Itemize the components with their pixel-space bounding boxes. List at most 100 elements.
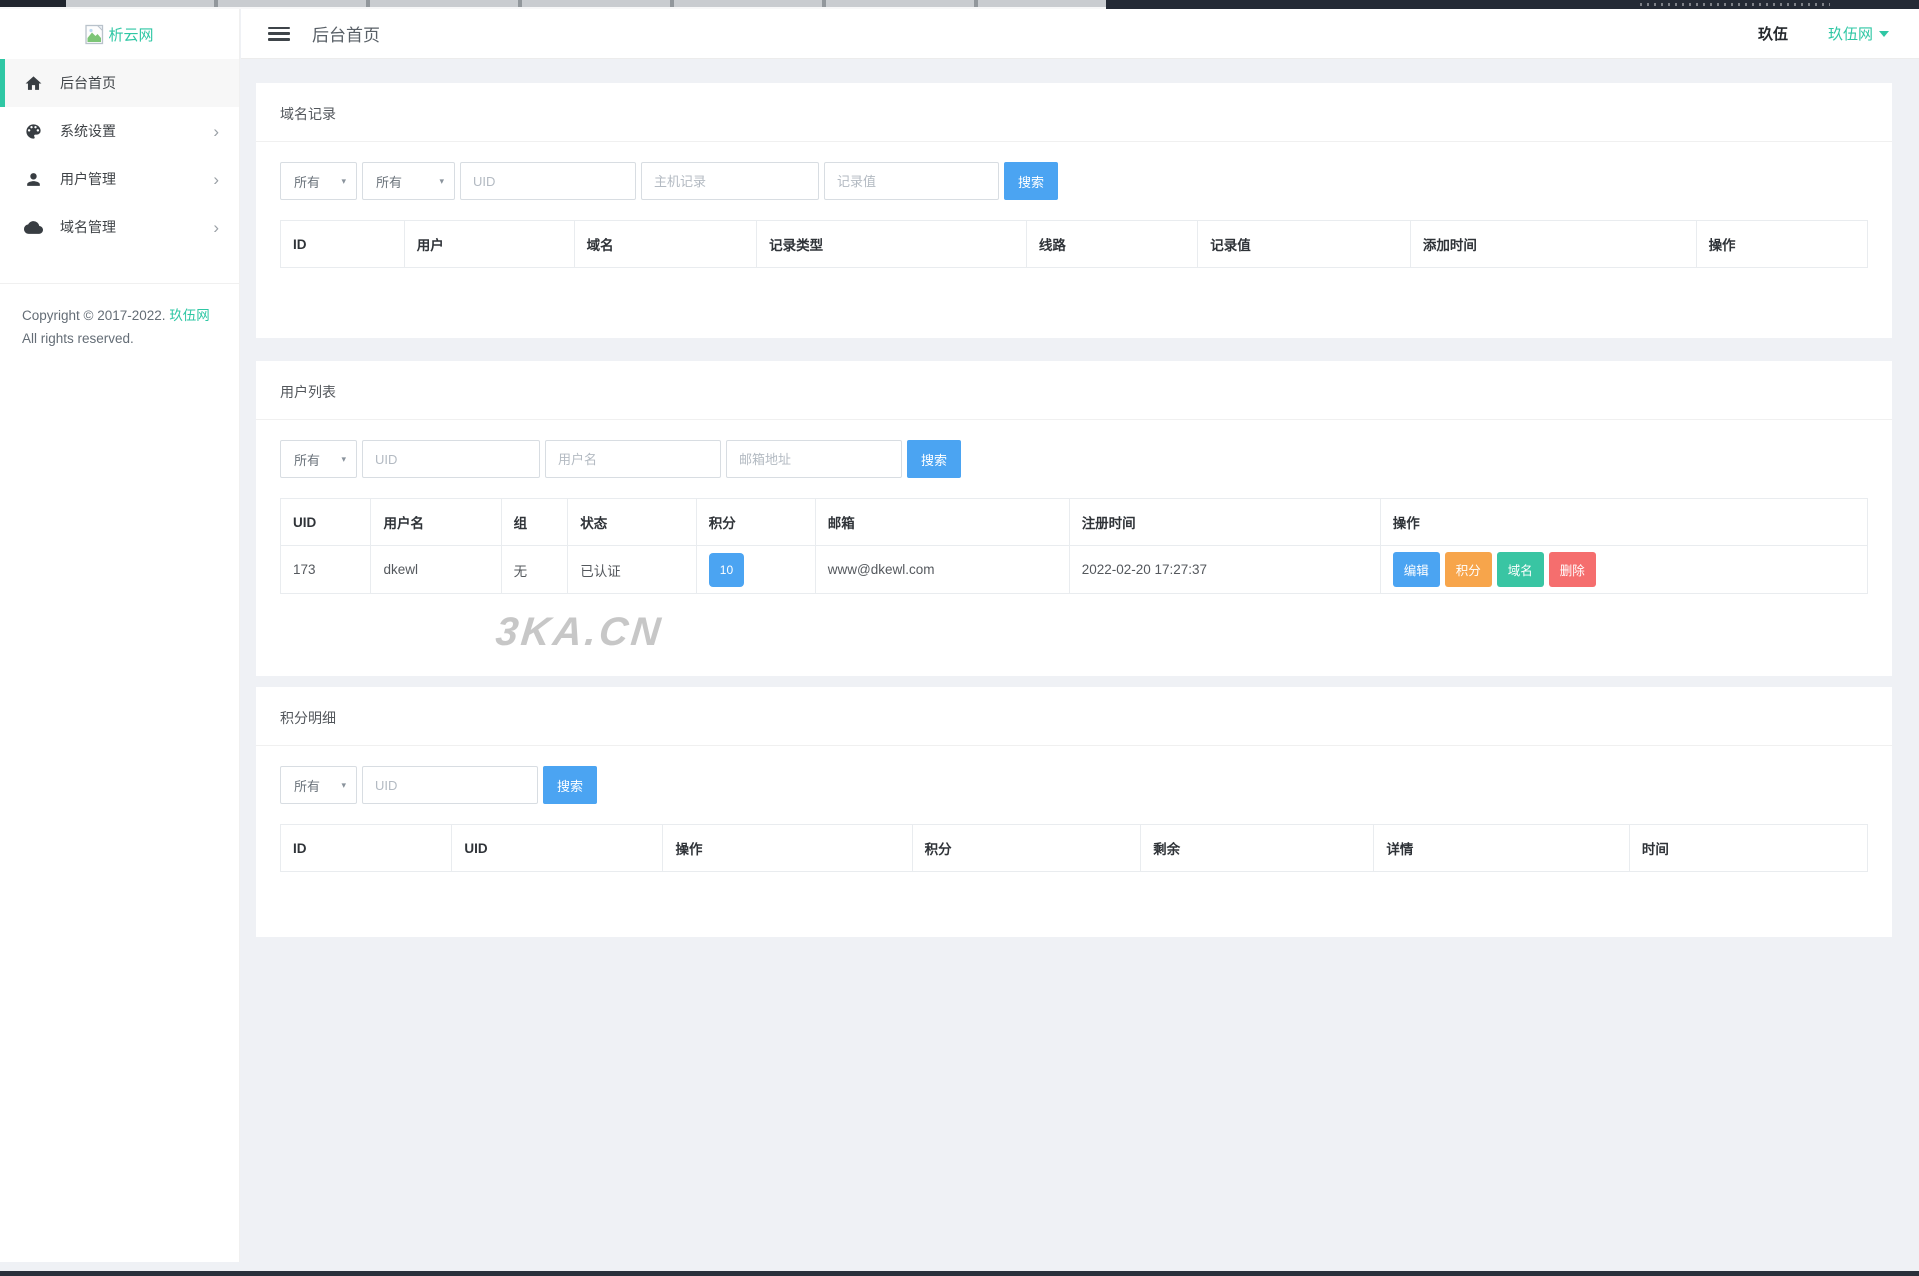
caret-down-icon: ▾ (341, 780, 346, 791)
column-header: 用户 (404, 221, 574, 268)
copyright-brand-link[interactable]: 玖伍网 (169, 308, 210, 323)
column-header: 积分 (696, 499, 815, 546)
card-title: 积分明细 (256, 687, 1892, 746)
column-header: 操作 (663, 825, 912, 872)
card-user-list: 用户列表 所有 ▾ 搜索 UID 用户名 组 状态 积分 (256, 361, 1892, 676)
user-list-table: UID 用户名 组 状态 积分 邮箱 注册时间 操作 173 dkewl 无 已… (280, 498, 1868, 594)
header-bar: 后台首页 玖伍 玖伍网 (241, 9, 1919, 59)
column-header: 时间 (1629, 825, 1867, 872)
table-row: 173 dkewl 无 已认证 10 www@dkewl.com 2022-02… (281, 546, 1868, 594)
chevron-right-icon: › (213, 171, 219, 188)
card-domain-records: 域名记录 所有 ▾ 所有 ▾ 搜索 ID 用户 (256, 83, 1892, 338)
edit-button[interactable]: 编辑 (1393, 552, 1440, 587)
search-button[interactable]: 搜索 (907, 440, 961, 478)
account-dropdown[interactable]: 玖伍网 (1828, 23, 1889, 44)
page-title: 后台首页 (312, 21, 380, 46)
sidebar-item-label: 后台首页 (60, 73, 116, 93)
chevron-right-icon: › (213, 123, 219, 140)
column-header: UID (452, 825, 663, 872)
chevron-right-icon: › (213, 219, 219, 236)
sidebar-item-user-management[interactable]: 用户管理 › (0, 155, 239, 203)
column-header: 操作 (1696, 221, 1867, 268)
column-header: 操作 (1380, 499, 1867, 546)
copyright-text: Copyright © 2017-2022. (22, 308, 166, 323)
filter-uid-input[interactable] (362, 766, 538, 804)
table-header-row: UID 用户名 组 状态 积分 邮箱 注册时间 操作 (281, 499, 1868, 546)
sidebar-item-dashboard[interactable]: 后台首页 (0, 59, 239, 107)
broken-image-icon (85, 24, 104, 45)
filter-select-scope[interactable]: 所有 ▾ (280, 766, 357, 804)
browser-chrome-top-artifact (0, 0, 1919, 9)
cell-email: www@dkewl.com (815, 546, 1069, 594)
column-header: 线路 (1026, 221, 1197, 268)
palette-icon (24, 122, 43, 141)
filter-record-value-input[interactable] (824, 162, 999, 200)
copyright: Copyright © 2017-2022. 玖伍网 All rights re… (0, 284, 239, 370)
chrome-artifact-segment (0, 0, 66, 7)
column-header: 域名 (574, 221, 757, 268)
cell-points: 10 (696, 546, 815, 594)
sidebar-item-system-settings[interactable]: 系统设置 › (0, 107, 239, 155)
filter-host-record-input[interactable] (641, 162, 819, 200)
card-points-detail: 积分明细 所有 ▾ 搜索 ID UID 操作 积分 剩余 详情 (256, 687, 1892, 937)
column-header: ID (281, 221, 405, 268)
cell-reg-time: 2022-02-20 17:27:37 (1069, 546, 1380, 594)
filter-select-record-type[interactable]: 所有 ▾ (362, 162, 455, 200)
sidebar-item-label: 域名管理 (60, 217, 116, 237)
filter-uid-input[interactable] (362, 440, 540, 478)
points-detail-filters: 所有 ▾ 搜索 (256, 746, 1892, 824)
column-header: 用户名 (371, 499, 501, 546)
logo[interactable]: 析云网 (0, 9, 239, 59)
filter-uid-input[interactable] (460, 162, 636, 200)
sidebar-item-label: 系统设置 (60, 121, 116, 141)
table-header-row: ID UID 操作 积分 剩余 详情 时间 (281, 825, 1868, 872)
caret-down-icon (1879, 31, 1889, 37)
cell-uid: 173 (281, 546, 371, 594)
chrome-artifact-tabs (66, 0, 1106, 7)
column-header: 注册时间 (1069, 499, 1380, 546)
column-header: 状态 (568, 499, 697, 546)
filter-email-input[interactable] (726, 440, 902, 478)
filter-select-scope[interactable]: 所有 ▾ (280, 162, 357, 200)
points-badge: 10 (709, 553, 744, 587)
filter-select-scope[interactable]: 所有 ▾ (280, 440, 357, 478)
filter-username-input[interactable] (545, 440, 721, 478)
row-actions: 编辑 积分 域名 删除 (1393, 552, 1855, 587)
domain-records-filters: 所有 ▾ 所有 ▾ 搜索 (256, 142, 1892, 220)
card-title: 用户列表 (256, 361, 1892, 420)
card-title: 域名记录 (256, 83, 1892, 142)
column-header: 记录值 (1198, 221, 1411, 268)
sidebar: 析云网 后台首页 系统设置 › 用户管理 › 域名管理 (0, 9, 240, 1262)
cell-actions: 编辑 积分 域名 删除 (1380, 546, 1867, 594)
column-header: 详情 (1374, 825, 1630, 872)
sidebar-item-label: 用户管理 (60, 169, 116, 189)
menu-toggle-icon[interactable] (268, 27, 290, 41)
main-content: 域名记录 所有 ▾ 所有 ▾ 搜索 ID 用户 (240, 59, 1919, 1271)
copyright-rights: All rights reserved. (22, 327, 217, 350)
points-button[interactable]: 积分 (1445, 552, 1492, 587)
column-header: UID (281, 499, 371, 546)
caret-down-icon: ▾ (341, 454, 346, 465)
delete-button[interactable]: 删除 (1549, 552, 1596, 587)
points-detail-table: ID UID 操作 积分 剩余 详情 时间 (280, 824, 1868, 872)
domain-records-table: ID 用户 域名 记录类型 线路 记录值 添加时间 操作 (280, 220, 1868, 268)
cell-group: 无 (501, 546, 568, 594)
domain-button[interactable]: 域名 (1497, 552, 1544, 587)
person-icon (24, 170, 43, 189)
logo-alt-text: 析云网 (108, 24, 153, 45)
sidebar-menu: 后台首页 系统设置 › 用户管理 › 域名管理 › (0, 59, 239, 251)
user-list-filters: 所有 ▾ 搜索 (256, 420, 1892, 498)
caret-down-icon: ▾ (341, 176, 346, 187)
chrome-artifact-text-marks (1640, 3, 1830, 6)
column-header: 剩余 (1141, 825, 1374, 872)
account-dropdown-label: 玖伍网 (1828, 23, 1873, 44)
column-header: 积分 (912, 825, 1141, 872)
sidebar-item-domain-management[interactable]: 域名管理 › (0, 203, 239, 251)
search-button[interactable]: 搜索 (1004, 162, 1058, 200)
column-header: 记录类型 (757, 221, 1027, 268)
column-header: 组 (501, 499, 568, 546)
home-icon (24, 74, 43, 93)
cell-status: 已认证 (568, 546, 697, 594)
search-button[interactable]: 搜索 (543, 766, 597, 804)
cloud-icon (24, 218, 43, 237)
